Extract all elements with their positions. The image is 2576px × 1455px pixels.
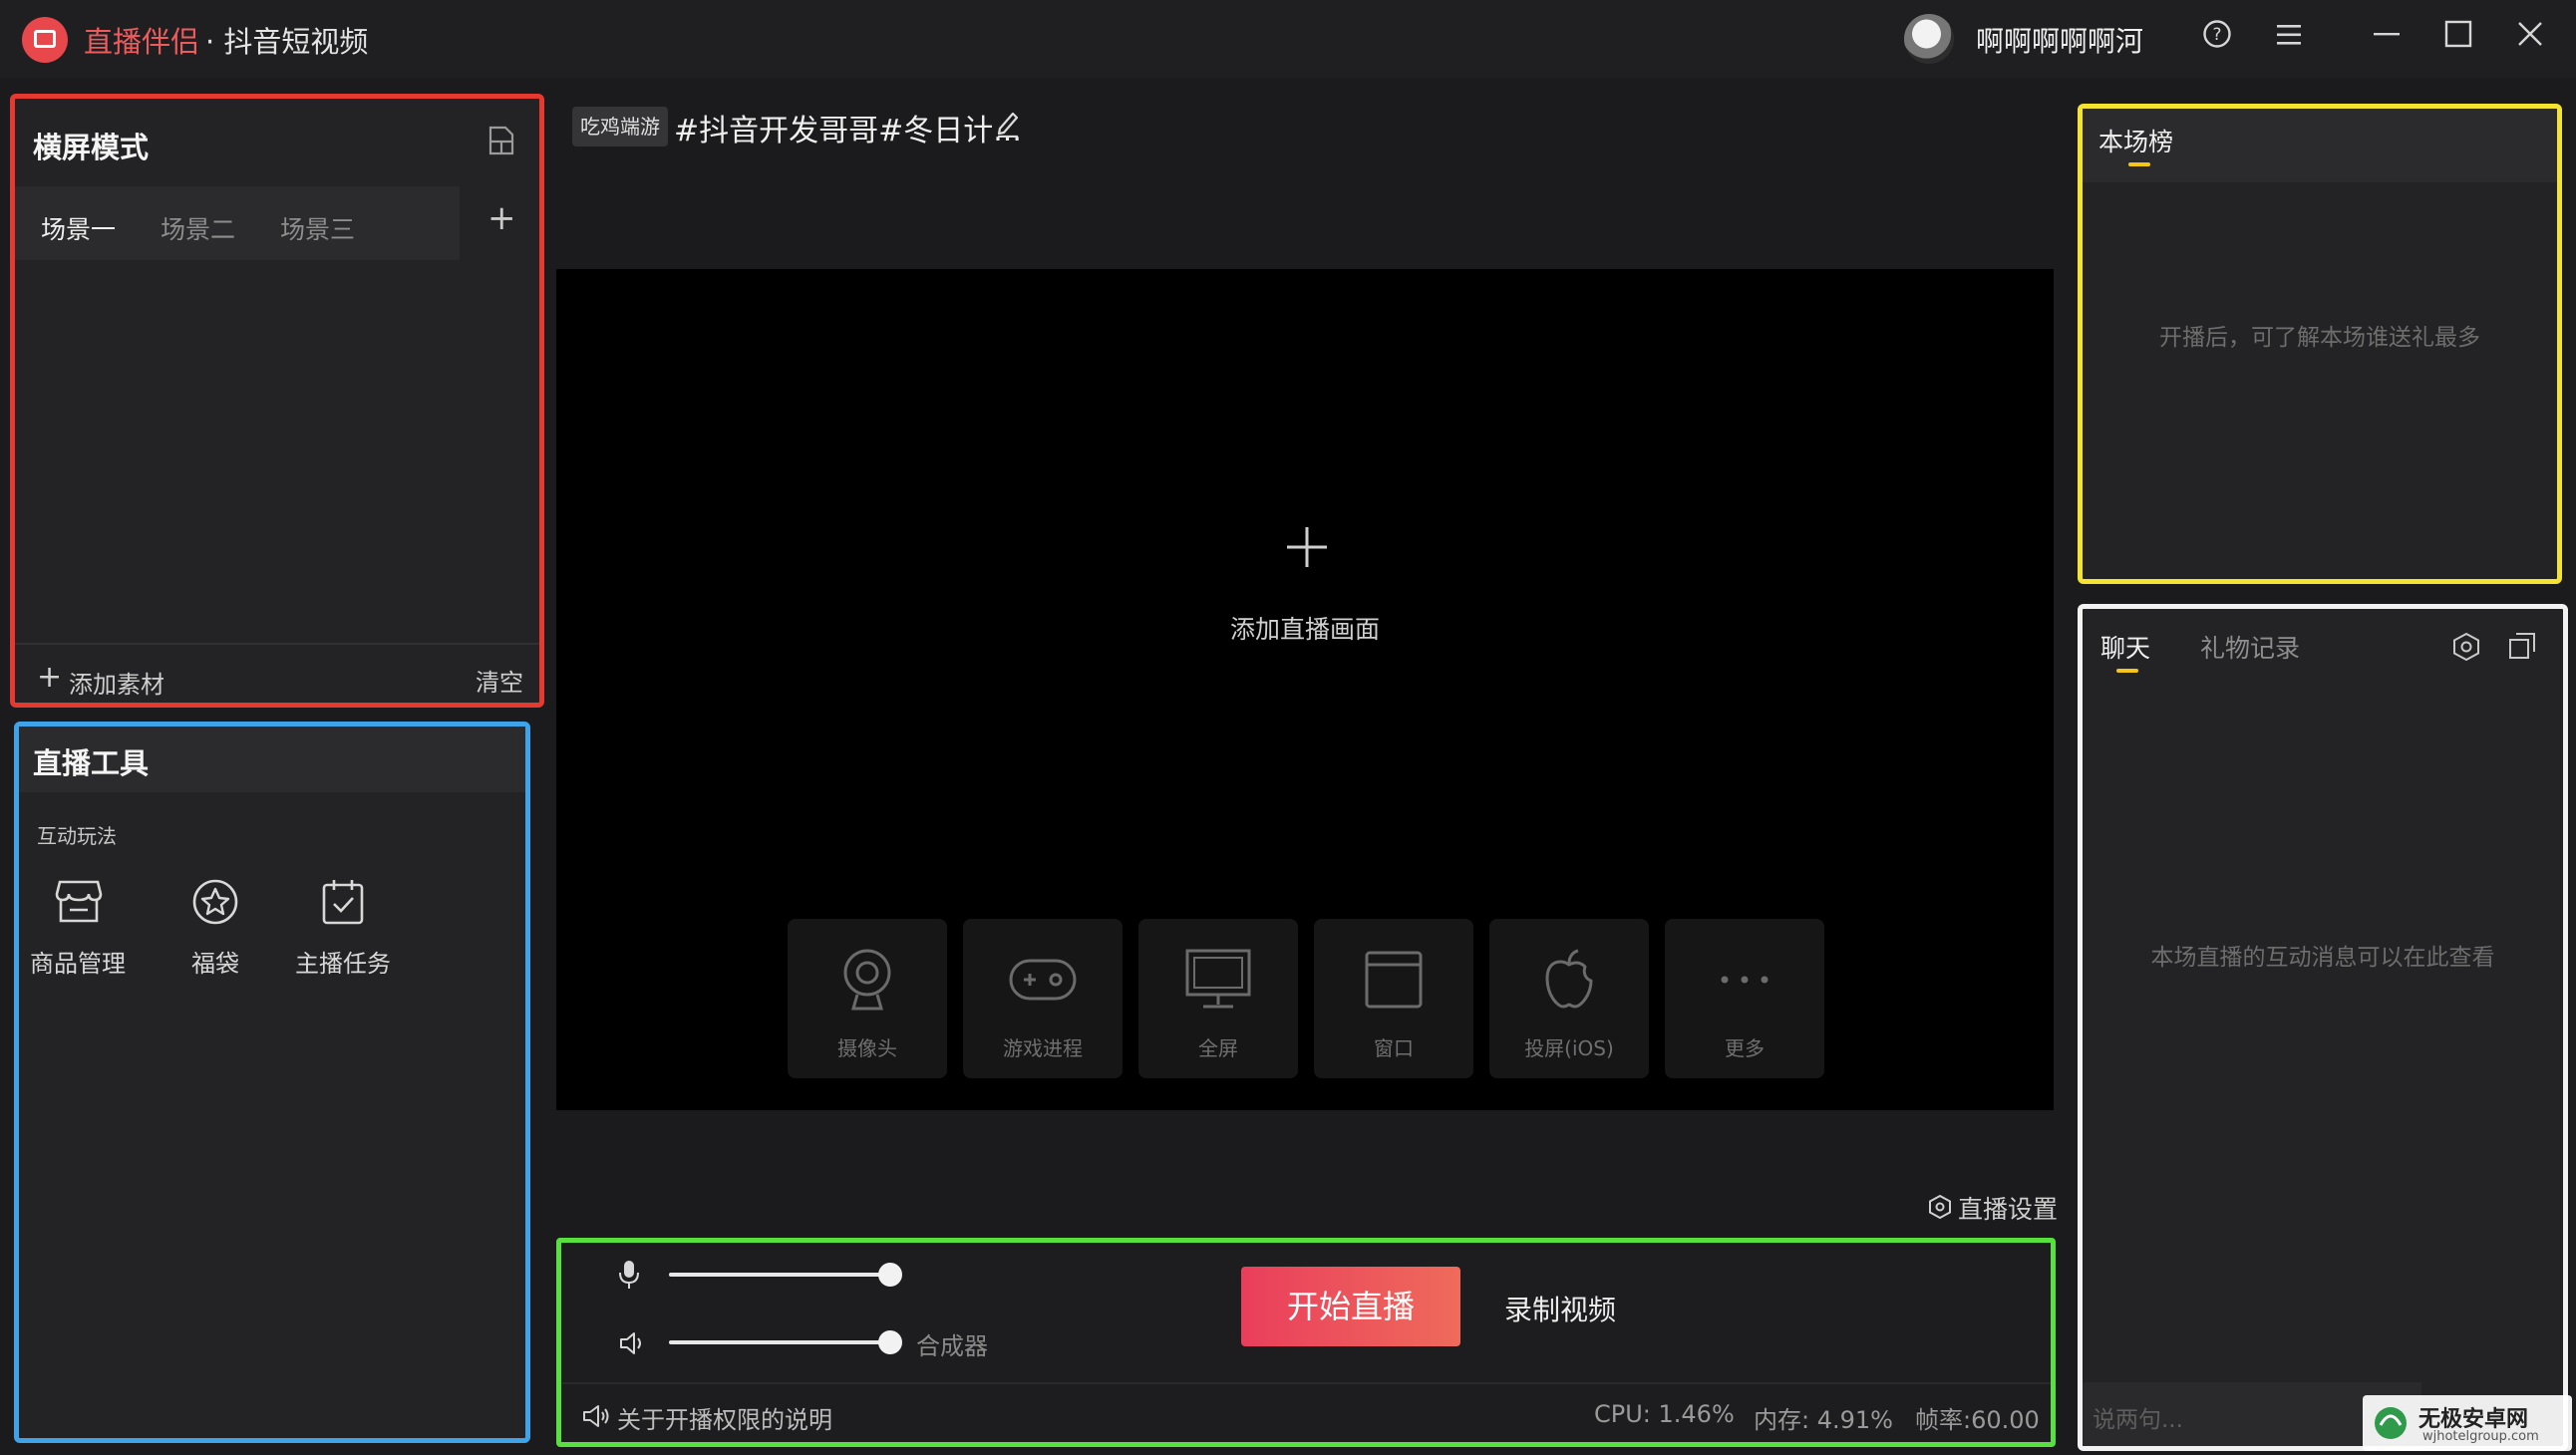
source-window-label: 窗口 (1374, 1036, 1414, 1060)
category-tag[interactable]: 吃鸡端游 (572, 107, 668, 146)
mic-volume-slider[interactable] (669, 1273, 888, 1277)
memory-stat: 内存: 4.91% (1754, 1406, 1893, 1434)
source-fullscreen-button[interactable]: 全屏 (1138, 919, 1298, 1078)
chat-settings-icon[interactable] (2451, 631, 2481, 667)
source-game-button[interactable]: 游戏进程 (963, 919, 1123, 1078)
chat-empty-text: 本场直播的互动消息可以在此查看 (2150, 945, 2495, 971)
source-fullscreen-label: 全屏 (1198, 1036, 1238, 1060)
maximize-icon[interactable] (2438, 19, 2478, 59)
title-bar: 直播伴侣 · 抖音短视频 啊啊啊啊啊河 ? (0, 0, 2576, 78)
calendar-check-icon (320, 878, 366, 930)
watermark: 无极安卓网 wjhotelgroup.com (2363, 1395, 2572, 1451)
layout-toggle-icon[interactable] (485, 125, 517, 160)
anchor-task-label: 主播任务 (295, 950, 391, 978)
tab-scene-3[interactable]: 场景三 (280, 210, 355, 246)
live-tools-title: 直播工具 (33, 746, 150, 780)
minimize-icon[interactable] (2367, 19, 2407, 59)
apple-icon (1489, 947, 1649, 1017)
add-live-scene-label[interactable]: 添加直播画面 (1154, 610, 1455, 646)
user-name[interactable]: 啊啊啊啊啊河 (1976, 20, 2143, 60)
more-dots-icon (1665, 947, 1824, 1017)
clear-button[interactable]: 清空 (476, 663, 523, 698)
tab-scene-2[interactable]: 场景二 (161, 210, 235, 246)
source-window-button[interactable]: 窗口 (1314, 919, 1473, 1078)
star-badge-icon (191, 878, 239, 930)
source-camera-label: 摄像头 (837, 1036, 897, 1060)
menu-icon[interactable] (2269, 19, 2309, 59)
interactive-section-label: 互动玩法 (37, 824, 117, 848)
permission-note-label: 关于开播权限的说明 (617, 1406, 832, 1434)
fps-stat: 帧率:60.00 (1915, 1406, 2040, 1434)
announce-icon (581, 1403, 611, 1433)
svg-text:?: ? (2212, 25, 2221, 45)
rank-panel: 本场榜 开播后，可了解本场谁送礼最多 (2078, 104, 2562, 584)
live-settings-label: 直播设置 (1958, 1195, 2059, 1224)
source-ios-cast-label: 投屏(iOS) (1524, 1036, 1614, 1060)
scene-mode-title: 横屏模式 (33, 131, 150, 164)
help-icon[interactable]: ? (2197, 19, 2237, 59)
live-tools-panel: 直播工具 互动玩法 商品管理 福袋 主播任务 (14, 722, 530, 1443)
lucky-bag-button[interactable]: 福袋 (170, 878, 260, 978)
app-name: 直播伴侣 (84, 25, 200, 59)
lucky-bag-label: 福袋 (191, 950, 239, 978)
speaker-volume-knob[interactable] (878, 1330, 902, 1354)
monitor-icon (1138, 947, 1298, 1017)
close-icon[interactable] (2510, 19, 2550, 59)
gamepad-icon (963, 947, 1123, 1017)
anchor-task-button[interactable]: 主播任务 (288, 878, 398, 978)
chat-panel: 聊天 礼物记录 本场直播的互动消息可以在此查看 说两句... (2078, 604, 2568, 1451)
tab-underline (2128, 162, 2150, 166)
mixer-label[interactable]: 合成器 (916, 1326, 988, 1361)
avatar[interactable] (1904, 14, 1954, 64)
tab-scene-1[interactable]: 场景一 (41, 210, 116, 246)
speaker-icon[interactable] (617, 1328, 647, 1362)
plus-icon: + (37, 660, 63, 695)
app-logo-icon (22, 17, 68, 63)
scene-panel: 横屏模式 场景一 场景二 场景三 + + 添加素材 清空 (10, 94, 544, 708)
watermark-logo-icon (2371, 1401, 2411, 1445)
add-material-label: 添加素材 (69, 671, 164, 699)
record-video-button[interactable]: 录制视频 (1504, 1289, 1616, 1328)
mic-volume-knob[interactable] (878, 1263, 902, 1287)
microphone-icon[interactable] (617, 1259, 641, 1295)
divider (15, 643, 539, 645)
settings-hex-icon (1928, 1194, 1952, 1224)
app-subtitle: · 抖音短视频 (205, 25, 369, 59)
divider (561, 1382, 2051, 1384)
tab-gift-records[interactable]: 礼物记录 (2200, 629, 2300, 665)
add-scene-plus-icon[interactable] (1284, 524, 1330, 574)
add-scene-button[interactable]: + (487, 198, 516, 238)
window-icon (1314, 947, 1473, 1017)
store-icon (55, 878, 103, 928)
product-manage-button[interactable]: 商品管理 (23, 878, 133, 978)
popout-window-icon[interactable] (2507, 631, 2537, 665)
product-manage-label: 商品管理 (30, 950, 126, 978)
start-live-button[interactable]: 开始直播 (1241, 1267, 1460, 1346)
tab-chat[interactable]: 聊天 (2100, 629, 2150, 665)
rank-empty-text: 开播后，可了解本场谁送礼最多 (2159, 325, 2480, 351)
chat-input-placeholder: 说两句... (2093, 1407, 2183, 1433)
live-preview-canvas[interactable]: 添加直播画面 (556, 269, 2054, 1110)
tab-rank[interactable]: 本场榜 (2098, 123, 2173, 158)
source-camera-button[interactable]: 摄像头 (788, 919, 947, 1078)
watermark-url: wjhotelgroup.com (2422, 1429, 2539, 1444)
tab-underline (2116, 669, 2138, 673)
source-more-button[interactable]: 更多 (1665, 919, 1824, 1078)
live-control-bar: 合成器 开始直播 录制视频 关于开播权限的说明 CPU: 1.46% 内存: 4… (556, 1238, 2056, 1447)
cpu-stat: CPU: 1.46% (1594, 1400, 1735, 1428)
source-game-label: 游戏进程 (1003, 1036, 1083, 1060)
stream-title[interactable]: #抖音开发哥哥#冬日计... (674, 106, 1022, 149)
camera-icon (788, 947, 947, 1017)
edit-title-icon[interactable] (995, 110, 1021, 142)
source-more-label: 更多 (1725, 1036, 1765, 1060)
source-ios-cast-button[interactable]: 投屏(iOS) (1489, 919, 1649, 1078)
speaker-volume-slider[interactable] (669, 1340, 888, 1344)
